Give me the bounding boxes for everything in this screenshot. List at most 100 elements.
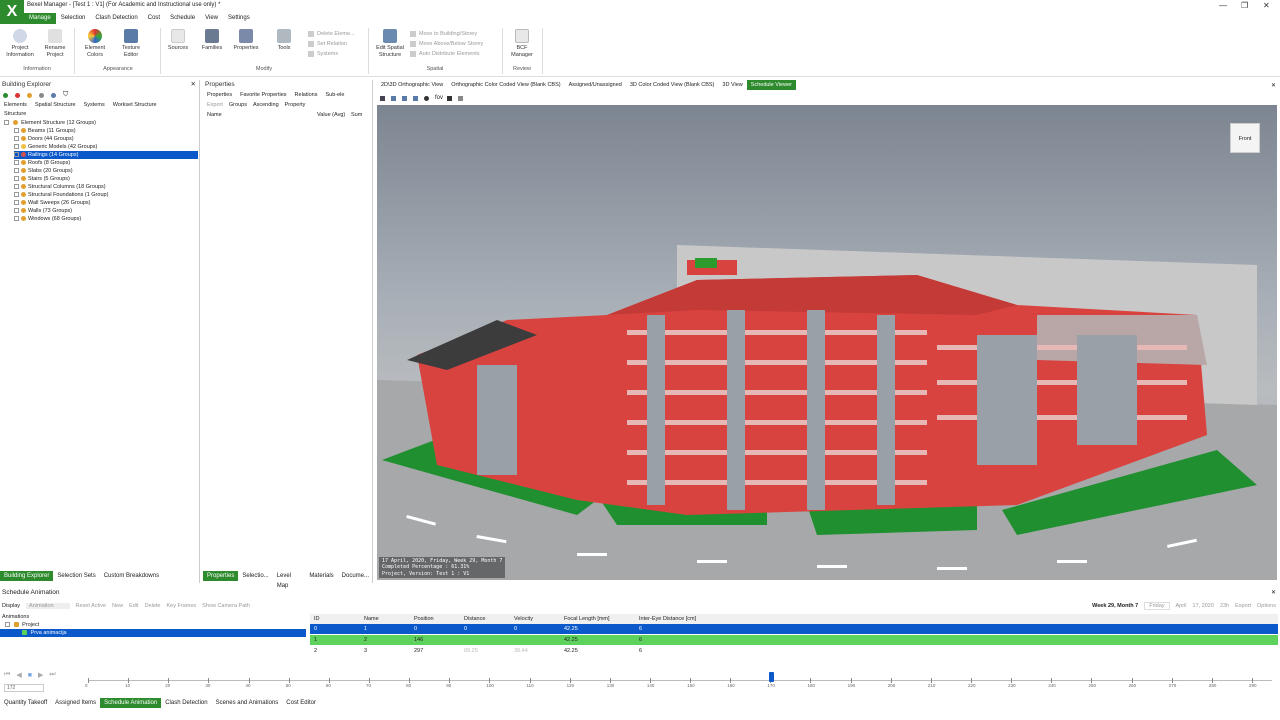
grid-icon[interactable] — [447, 95, 453, 101]
col-name[interactable]: Name — [364, 614, 379, 624]
tab-materials[interactable]: Materials — [305, 571, 337, 581]
tab-selection[interactable]: Selectio... — [238, 571, 272, 581]
edit-spatial-structure-button[interactable]: Edit Spatial Structure — [372, 29, 408, 59]
tab-properties-bottom[interactable]: Properties — [203, 571, 239, 581]
tab-documents[interactable]: Docume... — [338, 571, 373, 581]
select-icon[interactable] — [380, 95, 385, 101]
animation-item[interactable]: Prva animacija — [0, 629, 306, 637]
tab-sub-elements[interactable]: Sub-ele — [321, 90, 348, 100]
expand-icon[interactable] — [14, 136, 19, 142]
tab-3d-view[interactable]: 3D View — [718, 80, 746, 90]
properties-button[interactable]: Properties — [230, 29, 262, 52]
3d-viewport[interactable]: Front 17 April, 2020, Friday, Week 29, M… — [377, 105, 1277, 580]
maximize-icon[interactable]: ❐ — [1241, 1, 1248, 10]
menu-settings[interactable]: Settings — [223, 13, 255, 24]
export-schedule-button[interactable]: Export — [1235, 603, 1251, 609]
auto-distribute-button[interactable]: Auto Distribute Elements — [410, 50, 480, 59]
tab-3d-color-coded[interactable]: 3D Color Coded View (Blank CBS) — [626, 80, 719, 90]
tab-assigned-unassigned[interactable]: Assigned/Unassigned — [565, 80, 626, 90]
menu-cost[interactable]: Cost — [143, 13, 165, 24]
table-row[interactable]: 0 1 0 0 0 42.25 6 — [310, 624, 1278, 634]
tree-root[interactable]: Element Structure (12 Groups) — [4, 119, 96, 127]
toolbar-red-icon[interactable] — [15, 92, 20, 98]
zoom-box-icon[interactable] — [391, 95, 396, 101]
edit-button[interactable]: Edit — [129, 603, 138, 609]
systems-button[interactable]: Systems — [308, 50, 338, 59]
timeline-playhead[interactable] — [769, 672, 774, 682]
tree-item[interactable]: Walls (73 Groups) — [14, 207, 72, 215]
view-cube[interactable]: Front — [1230, 123, 1260, 153]
tree-item[interactable]: Doors (44 Groups) — [14, 135, 74, 143]
display-select[interactable]: Animation — [26, 603, 70, 609]
element-colors-button[interactable]: Element Colors — [80, 29, 110, 59]
first-frame-icon[interactable]: ⏮ — [4, 671, 10, 679]
expand-icon[interactable] — [14, 168, 19, 174]
frame-input[interactable]: 172 — [4, 684, 44, 692]
tree-item[interactable]: Stairs (5 Groups) — [14, 175, 70, 183]
show-camera-path-checkbox[interactable]: Show Camera Path — [202, 603, 250, 609]
menu-view[interactable]: View — [200, 13, 223, 24]
expand-icon[interactable] — [14, 192, 19, 198]
tree-item[interactable]: Beams (11 Groups) — [14, 127, 76, 135]
tab-orthographic-color-coded[interactable]: Orthographic Color Coded View (Blank CBS… — [447, 80, 564, 90]
schedule-close-icon[interactable]: ✕ — [1271, 589, 1276, 596]
stop-icon[interactable]: ■ — [28, 672, 32, 679]
play-icon[interactable]: ▶ — [38, 671, 43, 679]
tab-level-map[interactable]: Level Map — [273, 571, 306, 589]
expand-icon[interactable] — [14, 128, 19, 134]
tree-item[interactable]: Roofs (8 Groups) — [14, 159, 70, 167]
menu-clash-detection[interactable]: Clash Detection — [90, 13, 142, 24]
tree-item[interactable]: Windows (68 Groups) — [14, 215, 81, 223]
tab-schedule-viewer[interactable]: Schedule Viewer — [746, 80, 796, 90]
home-icon[interactable] — [413, 95, 418, 101]
animations-root[interactable]: Animations — [0, 613, 308, 621]
property-button[interactable]: Property — [285, 102, 306, 108]
table-row[interactable]: 1 2 146 42.25 6 — [310, 635, 1278, 645]
viewer-close-icon[interactable]: ✕ — [1271, 82, 1276, 89]
col-velocity[interactable]: Velocity — [514, 614, 533, 624]
last-frame-icon[interactable]: ⏭ — [49, 671, 55, 679]
tree-item[interactable]: Slabs (20 Groups) — [14, 167, 73, 175]
date-month[interactable]: April — [1176, 603, 1187, 609]
tab-custom-breakdowns[interactable]: Custom Breakdowns — [100, 571, 163, 581]
menu-manage[interactable]: Manage — [24, 13, 56, 24]
col-id[interactable]: ID — [314, 614, 320, 624]
previous-frame-icon[interactable]: ◀ — [16, 671, 21, 679]
toolbar-green-icon[interactable] — [3, 92, 8, 98]
set-relation-button[interactable]: Set Relation — [308, 40, 347, 49]
expand-icon[interactable] — [14, 208, 19, 214]
expand-icon[interactable] — [14, 184, 19, 190]
ascending-button[interactable]: Ascending — [253, 102, 279, 108]
reset-active-button[interactable]: Reset Active — [76, 603, 107, 609]
date-day[interactable]: Friday — [1144, 602, 1170, 610]
tab-scenes-and-animations[interactable]: Scenes and Animations — [212, 698, 283, 708]
tools-button[interactable]: Tools — [270, 29, 298, 52]
col-position[interactable]: Position — [414, 614, 434, 624]
col-value[interactable]: Value (Avg) — [317, 112, 345, 118]
fov-label[interactable]: fov — [435, 95, 443, 101]
animations-project[interactable]: Project — [0, 621, 308, 629]
minimize-icon[interactable]: — — [1219, 1, 1227, 10]
menu-selection[interactable]: Selection — [56, 13, 91, 24]
tree-item[interactable]: Railings (14 Groups) — [14, 151, 198, 159]
families-button[interactable]: Families — [198, 29, 226, 52]
delete-elements-button[interactable]: Delete Eleme... — [308, 30, 355, 39]
texture-editor-button[interactable]: Texture Editor — [116, 29, 146, 59]
expand-icon[interactable] — [14, 200, 19, 206]
menu-schedule[interactable]: Schedule — [165, 13, 200, 24]
col-distance[interactable]: Distance — [464, 614, 485, 624]
settings-icon[interactable] — [458, 95, 464, 101]
tab-selection-sets[interactable]: Selection Sets — [53, 571, 99, 581]
date-hour[interactable]: 23h — [1220, 603, 1229, 609]
tree-item[interactable]: Generic Models (42 Groups) — [14, 143, 97, 151]
expand-icon[interactable] — [14, 176, 19, 182]
tab-favorite-properties[interactable]: Favorite Properties — [236, 90, 290, 100]
collapse-icon[interactable] — [4, 120, 9, 126]
tree-item[interactable]: Structural Columns (18 Groups) — [14, 183, 106, 191]
tab-properties[interactable]: Properties — [203, 90, 236, 100]
collapse-icon[interactable] — [5, 622, 10, 628]
col-focal-length[interactable]: Focal Length [mm] — [564, 614, 610, 624]
tab-schedule-animation[interactable]: Schedule Animation — [100, 698, 162, 708]
bcf-manager-button[interactable]: BCF Manager — [508, 29, 536, 59]
move-above-below-button[interactable]: Move Above/Below Storey — [410, 40, 483, 49]
